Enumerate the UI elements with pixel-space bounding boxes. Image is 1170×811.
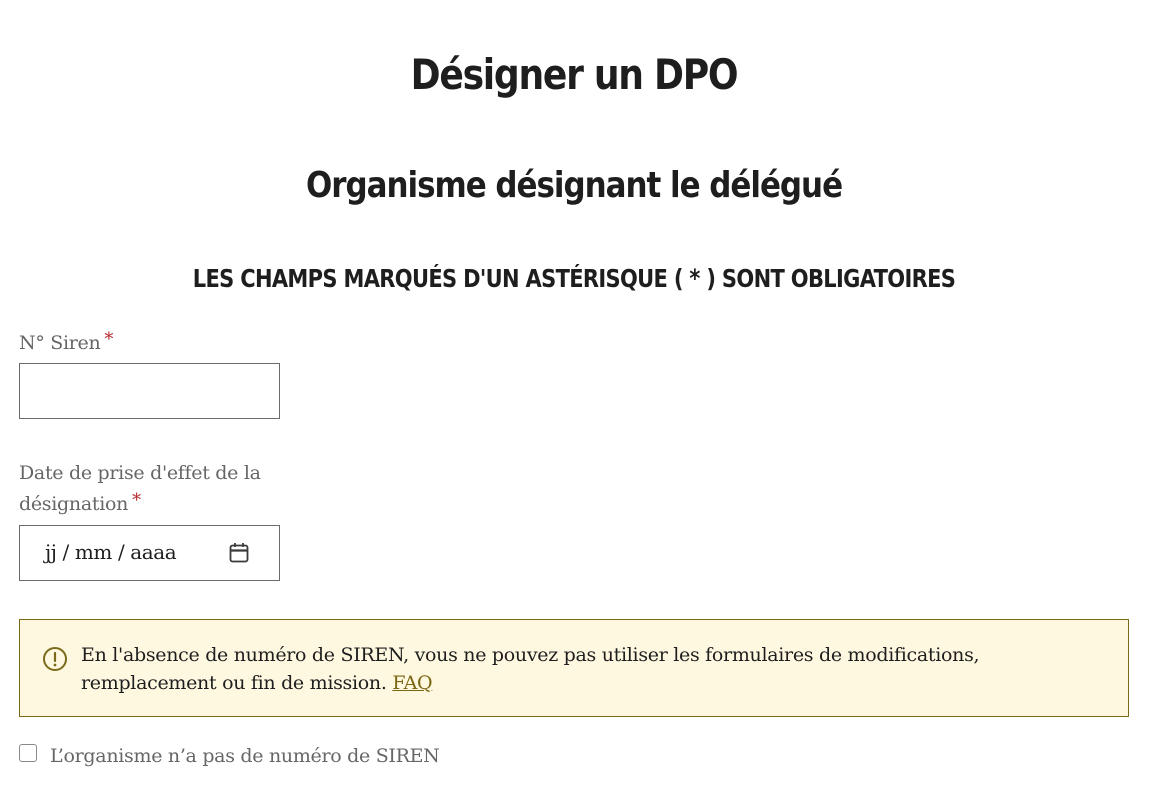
faq-link[interactable]: FAQ	[392, 672, 432, 694]
required-asterisk: *	[104, 329, 114, 350]
page-title: Désigner un DPO	[410, 50, 739, 99]
effective-date-label: Date de prise d'effet de la désignation *	[19, 458, 289, 520]
date-placeholder: jj / mm / aaaa	[45, 540, 177, 564]
siren-alert: En l'absence de numéro de SIREN, vous ne…	[19, 619, 1129, 717]
alert-text: En l'absence de numéro de SIREN, vous ne…	[81, 644, 980, 694]
required-asterisk: *	[132, 490, 141, 511]
no-siren-option[interactable]: L’organisme n’a pas de numéro de SIREN	[19, 741, 619, 771]
siren-label: N° Siren *	[19, 328, 319, 359]
no-siren-checkbox-label[interactable]: L’organisme n’a pas de numéro de SIREN	[50, 741, 440, 771]
alert-message: En l'absence de numéro de SIREN, vous ne…	[81, 641, 1111, 697]
siren-input[interactable]	[19, 363, 280, 419]
required-fields-note: LES CHAMPS MARQUÉS D'UN ASTÉRISQUE ( * )…	[192, 264, 956, 293]
section-title: Organisme désignant le délégué	[305, 165, 843, 206]
calendar-icon[interactable]	[229, 542, 249, 564]
no-siren-checkbox[interactable]	[19, 744, 37, 762]
effective-date-input[interactable]: jj / mm / aaaa	[19, 525, 280, 581]
siren-label-text: N° Siren	[19, 332, 101, 354]
exclamation-circle-icon	[42, 646, 68, 672]
